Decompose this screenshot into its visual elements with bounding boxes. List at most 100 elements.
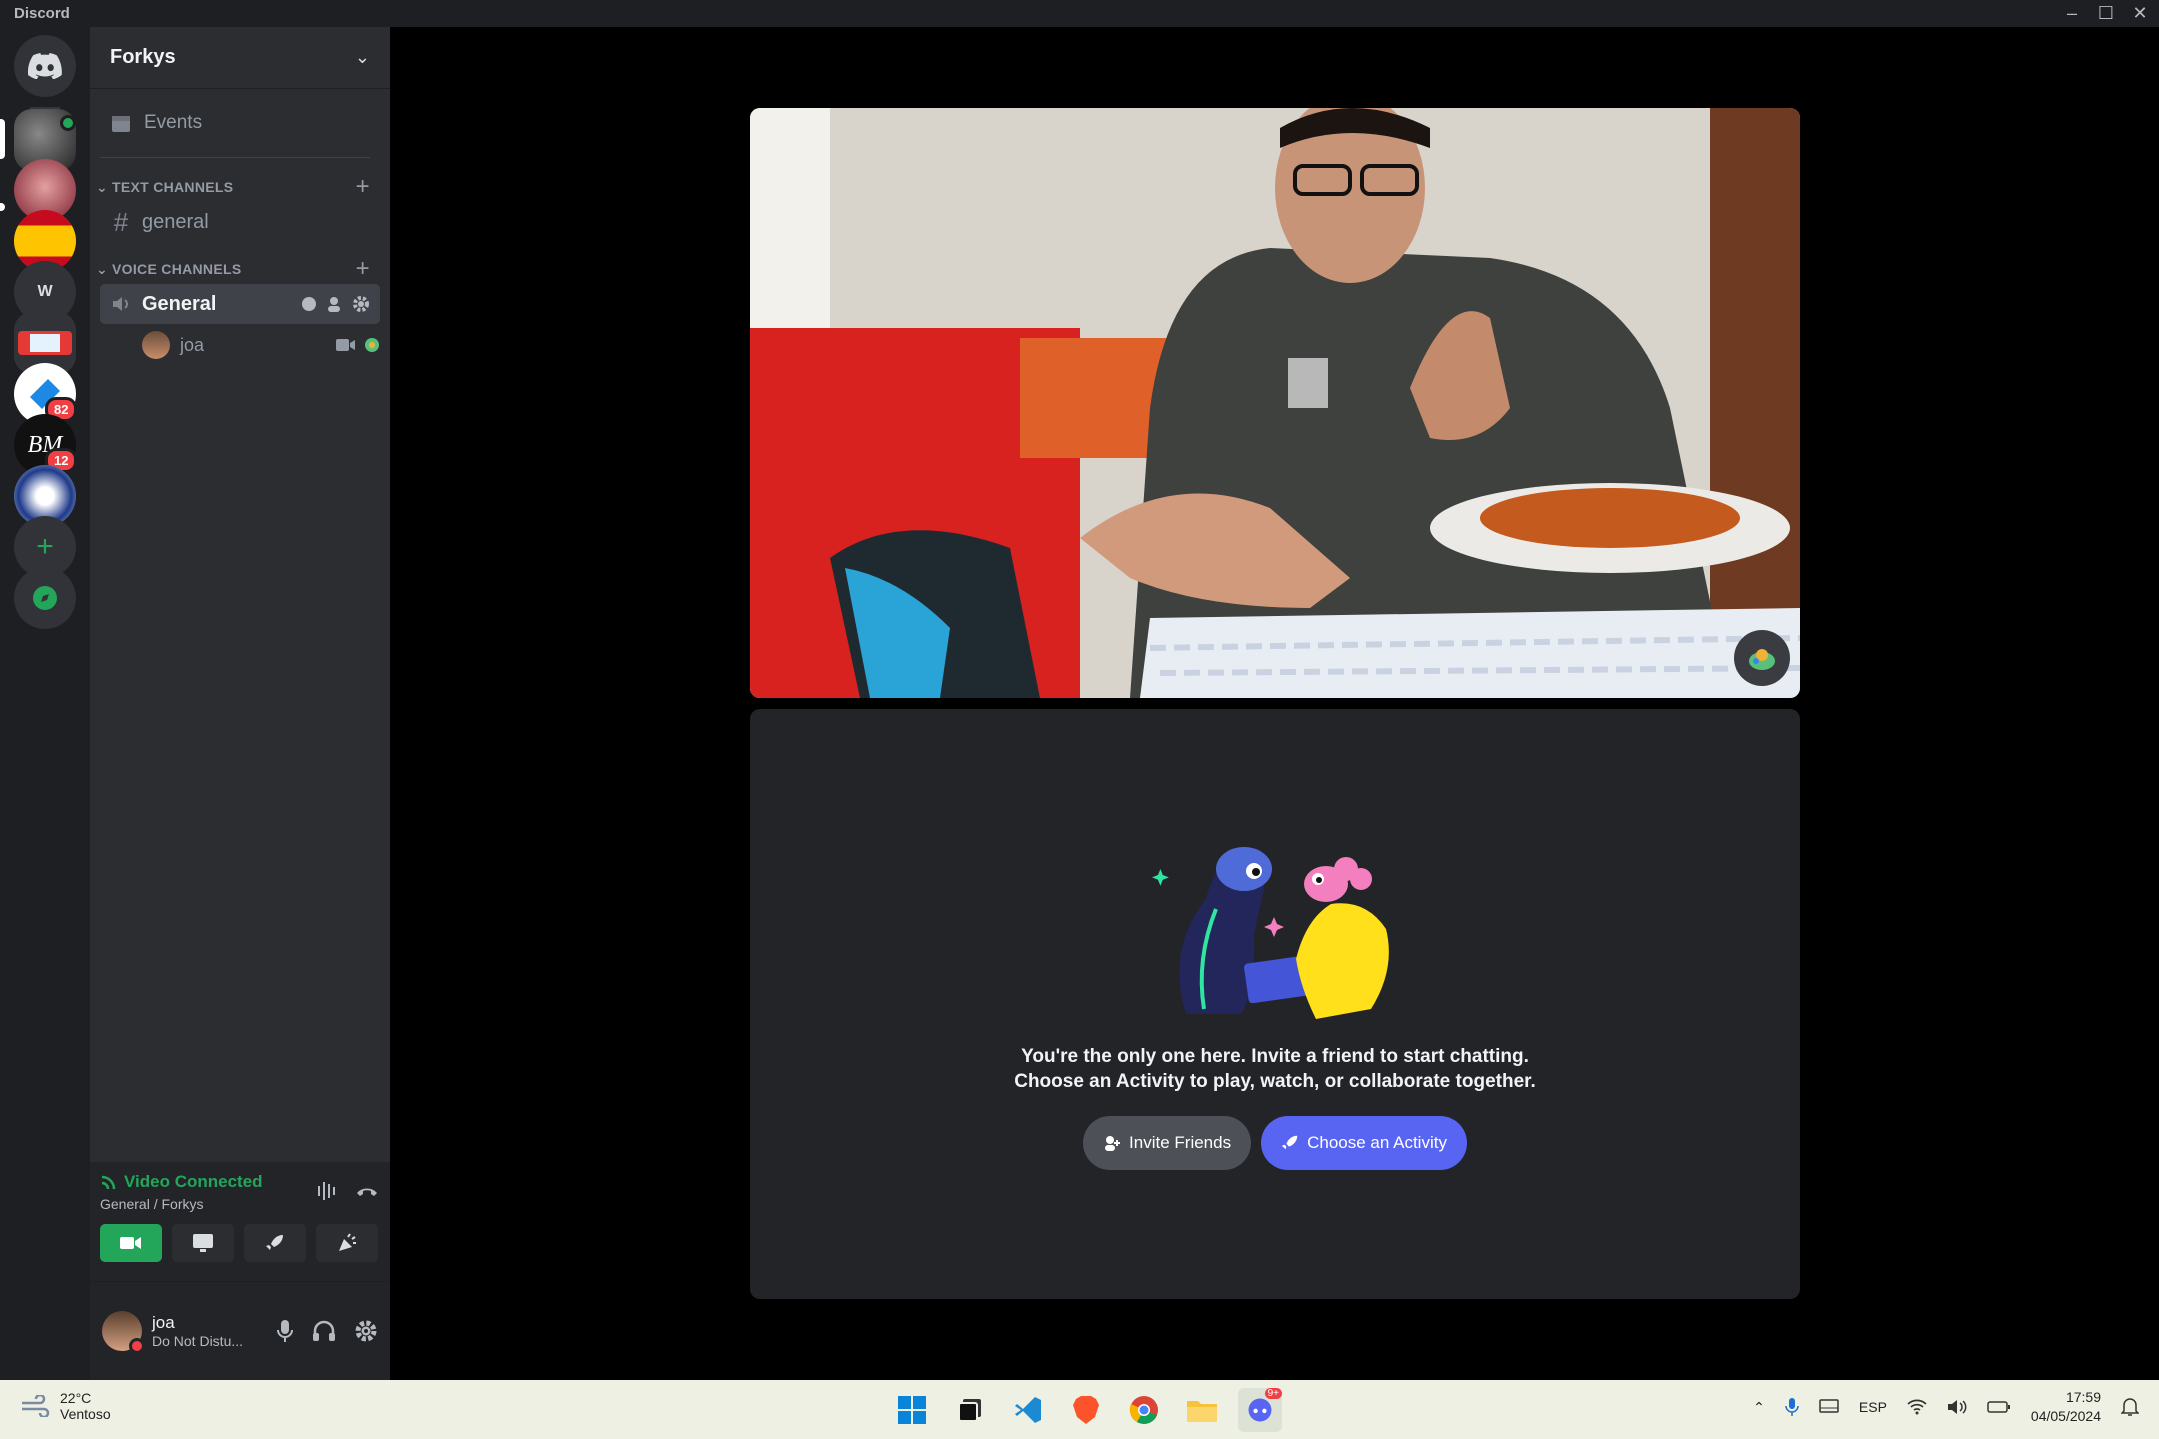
screen-share-icon	[193, 1234, 213, 1252]
chrome-icon	[1129, 1396, 1158, 1424]
system-tray: ⌃ ESP 17:59 04/05/2024	[1753, 1388, 2139, 1426]
chrome-app[interactable]	[1122, 1388, 1166, 1432]
avatar	[142, 331, 170, 359]
task-view-button[interactable]	[948, 1388, 992, 1432]
category-label: TEXT CHANNELS	[112, 179, 234, 195]
voice-status-text: Video Connected	[124, 1172, 263, 1191]
file-explorer-app[interactable]	[1180, 1388, 1224, 1432]
channel-name: general	[142, 210, 209, 233]
category-voice-channels[interactable]: ⌄ VOICE CHANNELS +	[90, 255, 390, 283]
gamepad-icon	[18, 331, 72, 355]
notification-badge: 9+	[1264, 1388, 1282, 1399]
create-channel-plus-icon[interactable]: +	[356, 255, 370, 283]
notification-bell-icon[interactable]	[2121, 1397, 2139, 1417]
user-info[interactable]: joa Do Not Distu...	[152, 1313, 243, 1349]
brave-icon	[1073, 1396, 1099, 1424]
channel-general-voice[interactable]: General	[100, 284, 380, 324]
create-channel-plus-icon[interactable]: +	[356, 173, 370, 201]
volume-icon[interactable]	[1947, 1399, 1967, 1415]
maximize-button[interactable]: ☐	[2088, 0, 2124, 27]
chevron-down-icon: ⌄	[354, 47, 370, 67]
invite-friends-button[interactable]: Invite Friends	[1083, 1116, 1252, 1170]
camera-icon	[120, 1237, 141, 1249]
active-server-pill	[0, 119, 5, 159]
divider	[100, 157, 370, 158]
vscode-app[interactable]	[1006, 1388, 1050, 1432]
camera-toggle-button[interactable]	[100, 1224, 162, 1262]
discord-app[interactable]: 9+	[1238, 1388, 1282, 1432]
discord-logo-icon	[1248, 1398, 1272, 1422]
chevron-down-icon: ⌄	[96, 260, 109, 277]
choose-activity-button[interactable]: Choose an Activity	[1261, 1116, 1467, 1170]
empty-call-message: You're the only one here. Invite a frien…	[750, 1044, 1800, 1094]
rocket-icon	[1281, 1135, 1298, 1150]
brave-app[interactable]	[1064, 1388, 1108, 1432]
wind-icon	[22, 1395, 50, 1417]
noise-suppression-icon[interactable]	[316, 1180, 340, 1202]
invite-friends-label: Invite Friends	[1129, 1133, 1232, 1152]
battery-icon[interactable]	[1987, 1400, 2011, 1414]
channel-general-text[interactable]: # general	[100, 202, 380, 242]
user-status: Do Not Distu...	[152, 1333, 244, 1349]
soundboard-icon	[339, 1233, 356, 1251]
user-panel: joa Do Not Distu...	[90, 1282, 390, 1380]
speaker-icon	[113, 297, 128, 311]
calendar-icon	[112, 116, 130, 132]
empty-line-1: You're the only one here. Invite a frien…	[1021, 1046, 1529, 1067]
chat-bubble-icon[interactable]	[300, 295, 318, 313]
vscode-icon	[1015, 1397, 1041, 1423]
windows-taskbar: 22°C Ventoso 9+ ⌃ ESP 17:59 04/05/2024	[0, 1380, 2159, 1439]
minimize-button[interactable]: –	[2054, 0, 2090, 27]
chevron-down-icon: ⌄	[96, 178, 109, 195]
invite-user-icon[interactable]	[326, 295, 344, 313]
dnd-status-icon	[129, 1338, 145, 1354]
channel-sidebar: Forkys ⌄ Events ⌄ TEXT CHANNELS + # gener…	[90, 27, 390, 1380]
activities-button[interactable]	[244, 1224, 306, 1262]
video-indicator-icon	[60, 115, 76, 131]
close-window-button[interactable]: ✕	[2122, 0, 2158, 27]
screen-share-button[interactable]	[172, 1224, 234, 1262]
weather-desc: Ventoso	[60, 1406, 111, 1422]
home-button[interactable]	[14, 35, 76, 97]
gear-icon[interactable]	[352, 295, 370, 313]
unread-pill	[0, 203, 5, 211]
title-bar: Discord – ☐ ✕	[0, 0, 2159, 27]
camera-icon	[336, 339, 355, 351]
display-icon[interactable]	[1819, 1399, 1839, 1415]
video-tile-joa[interactable]	[750, 108, 1800, 698]
user-activity-badge[interactable]	[1734, 630, 1790, 686]
choose-activity-label: Choose an Activity	[1307, 1133, 1447, 1152]
voice-location[interactable]: General / Forkys	[100, 1196, 263, 1212]
weather-widget[interactable]: 22°C Ventoso	[20, 1390, 111, 1422]
wumpus-friends-illustration	[1152, 847, 1389, 1019]
voice-user-joa[interactable]: joa	[142, 326, 380, 364]
microphone-icon[interactable]	[1785, 1397, 1799, 1417]
clock[interactable]: 17:59 04/05/2024	[2031, 1388, 2101, 1426]
start-button[interactable]	[890, 1388, 934, 1432]
headphones-icon[interactable]	[312, 1320, 336, 1342]
microphone-icon[interactable]	[276, 1319, 294, 1343]
plus-icon: +	[36, 530, 54, 563]
guild-header[interactable]: Forkys ⌄	[90, 27, 390, 89]
webcam-video-feed	[750, 108, 1800, 698]
explore-servers-button[interactable]	[14, 567, 76, 629]
chevron-up-icon[interactable]: ⌃	[1753, 1399, 1765, 1416]
app-title: Discord	[14, 5, 70, 22]
hash-icon: #	[113, 206, 129, 237]
language-indicator[interactable]: ESP	[1859, 1399, 1887, 1415]
user-settings-gear-icon[interactable]	[354, 1319, 378, 1343]
category-label: VOICE CHANNELS	[112, 261, 242, 277]
rocket-icon	[266, 1235, 283, 1250]
disconnect-icon[interactable]	[354, 1180, 380, 1202]
clock-date: 04/05/2024	[2030, 1408, 2101, 1424]
voice-status[interactable]: Video Connected	[100, 1172, 263, 1192]
events-item[interactable]: Events	[100, 101, 380, 145]
wifi-icon[interactable]	[1907, 1399, 1927, 1415]
windows-icon	[898, 1396, 926, 1424]
avatar[interactable]	[102, 1311, 145, 1354]
server-rail: W 82 BM 12 +	[0, 27, 90, 1380]
soundboard-button[interactable]	[316, 1224, 378, 1262]
category-text-channels[interactable]: ⌄ TEXT CHANNELS +	[90, 173, 390, 201]
empty-line-2: Choose an Activity to play, watch, or co…	[1014, 1071, 1536, 1092]
voice-stage: You're the only one here. Invite a frien…	[390, 27, 2159, 1380]
